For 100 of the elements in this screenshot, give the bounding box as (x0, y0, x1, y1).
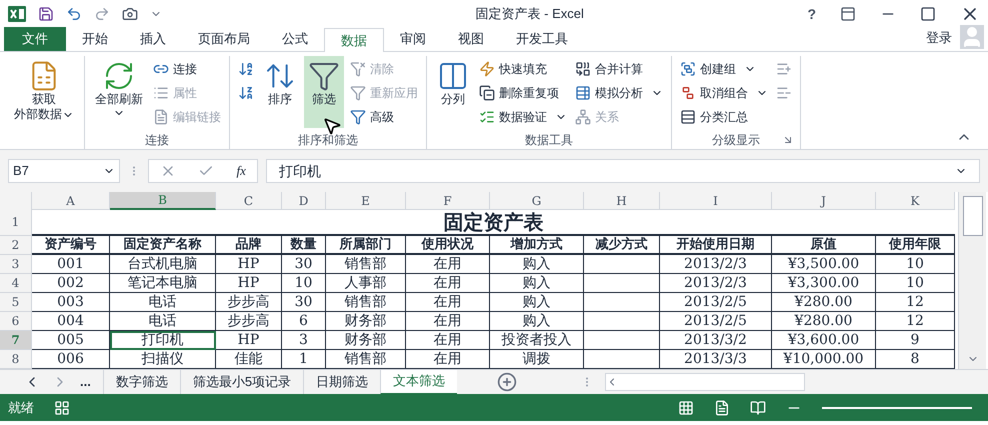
ribbon-button[interactable]: 分类汇总 (678, 106, 770, 128)
ribbon-button[interactable]: 筛选 (304, 56, 344, 128)
ribbon-tab[interactable]: 审阅 (384, 27, 442, 51)
table-cell[interactable]: 电话 (110, 312, 216, 331)
table-cell[interactable]: 步步高 (216, 293, 282, 312)
help-button[interactable]: ? (807, 4, 816, 24)
table-cell[interactable]: 12 (876, 293, 955, 312)
ribbon-button[interactable]: 高级 (348, 106, 420, 128)
undo-icon[interactable] (66, 6, 82, 22)
column-header[interactable]: J (772, 192, 876, 210)
table-cell[interactable] (584, 312, 660, 331)
ribbon-tab[interactable]: 公式 (266, 27, 324, 51)
table-cell[interactable]: 30 (282, 293, 326, 312)
ribbon-button[interactable]: 排序 (260, 56, 300, 128)
ribbon-button[interactable]: 取消组合 (678, 82, 770, 104)
table-cell[interactable] (584, 274, 660, 293)
name-box[interactable]: B7 (8, 159, 120, 183)
table-cell[interactable]: ¥3,500.00 (772, 255, 876, 274)
row-header[interactable]: 4 (0, 274, 32, 293)
table-cell[interactable]: 在用 (406, 274, 490, 293)
column-header[interactable]: E (326, 192, 406, 210)
table-cell[interactable]: HP (216, 255, 282, 274)
normal-view-icon[interactable] (678, 400, 694, 416)
ribbon-button[interactable]: 全部刷新 (91, 56, 147, 128)
table-cell[interactable]: 001 (32, 255, 110, 274)
table-cell[interactable] (584, 293, 660, 312)
table-cell[interactable]: 销售部 (326, 293, 406, 312)
save-icon[interactable] (38, 6, 54, 22)
table-cell[interactable]: 2013/2/5 (660, 312, 772, 331)
table-cell[interactable]: 在用 (406, 331, 490, 350)
table-cell[interactable]: 12 (876, 312, 955, 331)
table-cell[interactable]: 2013/2/3 (660, 274, 772, 293)
table-cell[interactable]: 2013/3/2 (660, 331, 772, 350)
ribbon-button[interactable]: 模拟分析 (573, 82, 665, 104)
macro-record-icon[interactable] (54, 400, 70, 416)
ribbon-tab[interactable]: 插入 (124, 27, 182, 51)
camera-icon[interactable] (122, 6, 138, 22)
table-cell[interactable]: 销售部 (326, 255, 406, 274)
table-cell[interactable]: ¥280.00 (772, 293, 876, 312)
column-header[interactable]: K (876, 192, 955, 210)
ribbon-tab[interactable]: 页面布局 (182, 27, 266, 51)
redo-icon[interactable] (94, 6, 110, 22)
ribbon-button[interactable]: 创建组 (678, 58, 770, 80)
table-cell[interactable]: 台式机电脑 (110, 255, 216, 274)
table-cell[interactable]: 笔记本电脑 (110, 274, 216, 293)
column-header[interactable]: I (660, 192, 772, 210)
table-cell[interactable]: 财务部 (326, 331, 406, 350)
table-cell[interactable]: 6 (282, 312, 326, 331)
vertical-scrollbar[interactable] (958, 192, 986, 369)
table-cell[interactable]: 打印机 (110, 331, 216, 350)
table-cell[interactable]: 2013/2/3 (660, 255, 772, 274)
table-cell[interactable]: 30 (282, 255, 326, 274)
row-header[interactable]: 6 (0, 312, 32, 331)
row-header[interactable]: 1 (0, 209, 32, 236)
table-cell[interactable]: 2013/2/5 (660, 293, 772, 312)
ribbon-button[interactable]: 连接 (151, 58, 223, 80)
table-cell[interactable]: 10 (876, 274, 955, 293)
horizontal-scrollbar[interactable] (605, 373, 806, 391)
file-tab[interactable]: 文件 (4, 27, 66, 51)
table-cell[interactable]: 电话 (110, 293, 216, 312)
ribbon-button[interactable]: 分列 (433, 56, 473, 128)
add-sheet-icon[interactable] (497, 372, 518, 392)
column-header[interactable]: G (490, 192, 584, 210)
table-cell[interactable]: 在用 (406, 293, 490, 312)
table-cell[interactable]: 005 (32, 331, 110, 350)
more-sheets-button[interactable]: ... (80, 372, 91, 392)
dialog-launcher-icon[interactable] (782, 134, 794, 146)
row-header[interactable]: 3 (0, 255, 32, 274)
table-cell[interactable]: 在用 (406, 312, 490, 331)
table-cell[interactable]: 002 (32, 274, 110, 293)
column-header[interactable]: F (406, 192, 490, 210)
page-layout-icon[interactable] (714, 400, 730, 416)
table-cell[interactable]: 人事部 (326, 274, 406, 293)
table-cell[interactable]: 10 (282, 274, 326, 293)
row-header[interactable]: 5 (0, 293, 32, 312)
table-cell[interactable]: 步步高 (216, 312, 282, 331)
table-cell[interactable]: 004 (32, 312, 110, 331)
table-cell[interactable]: 财务部 (326, 312, 406, 331)
table-cell[interactable]: 购入 (490, 293, 584, 312)
formula-field[interactable]: 打印机 (266, 159, 980, 183)
table-cell[interactable]: 10 (876, 255, 955, 274)
ribbon-button[interactable]: 合并计算 (573, 58, 665, 80)
sheet-tab[interactable]: 文本筛选 (380, 370, 458, 394)
ribbon-button[interactable]: 快速填充 (477, 58, 569, 80)
ribbon-tab[interactable]: 视图 (442, 27, 500, 51)
column-header[interactable]: C (216, 192, 282, 210)
column-header[interactable]: B (110, 192, 216, 210)
ribbon-display-icon[interactable] (840, 6, 856, 22)
maximize-icon[interactable] (920, 6, 936, 22)
column-header[interactable]: H (584, 192, 660, 210)
table-cell[interactable]: 投资者投入 (490, 331, 584, 350)
table-cell[interactable]: HP (216, 331, 282, 350)
page-break-icon[interactable] (750, 400, 766, 416)
table-cell[interactable]: 购入 (490, 274, 584, 293)
ribbon-button[interactable]: 数据验证 (477, 106, 569, 128)
table-cell[interactable]: 在用 (406, 255, 490, 274)
table-cell[interactable]: 9 (876, 331, 955, 350)
ribbon-tab[interactable]: 开发工具 (500, 27, 584, 51)
table-cell[interactable]: ¥3,300.00 (772, 274, 876, 293)
table-cell[interactable]: HP (216, 274, 282, 293)
